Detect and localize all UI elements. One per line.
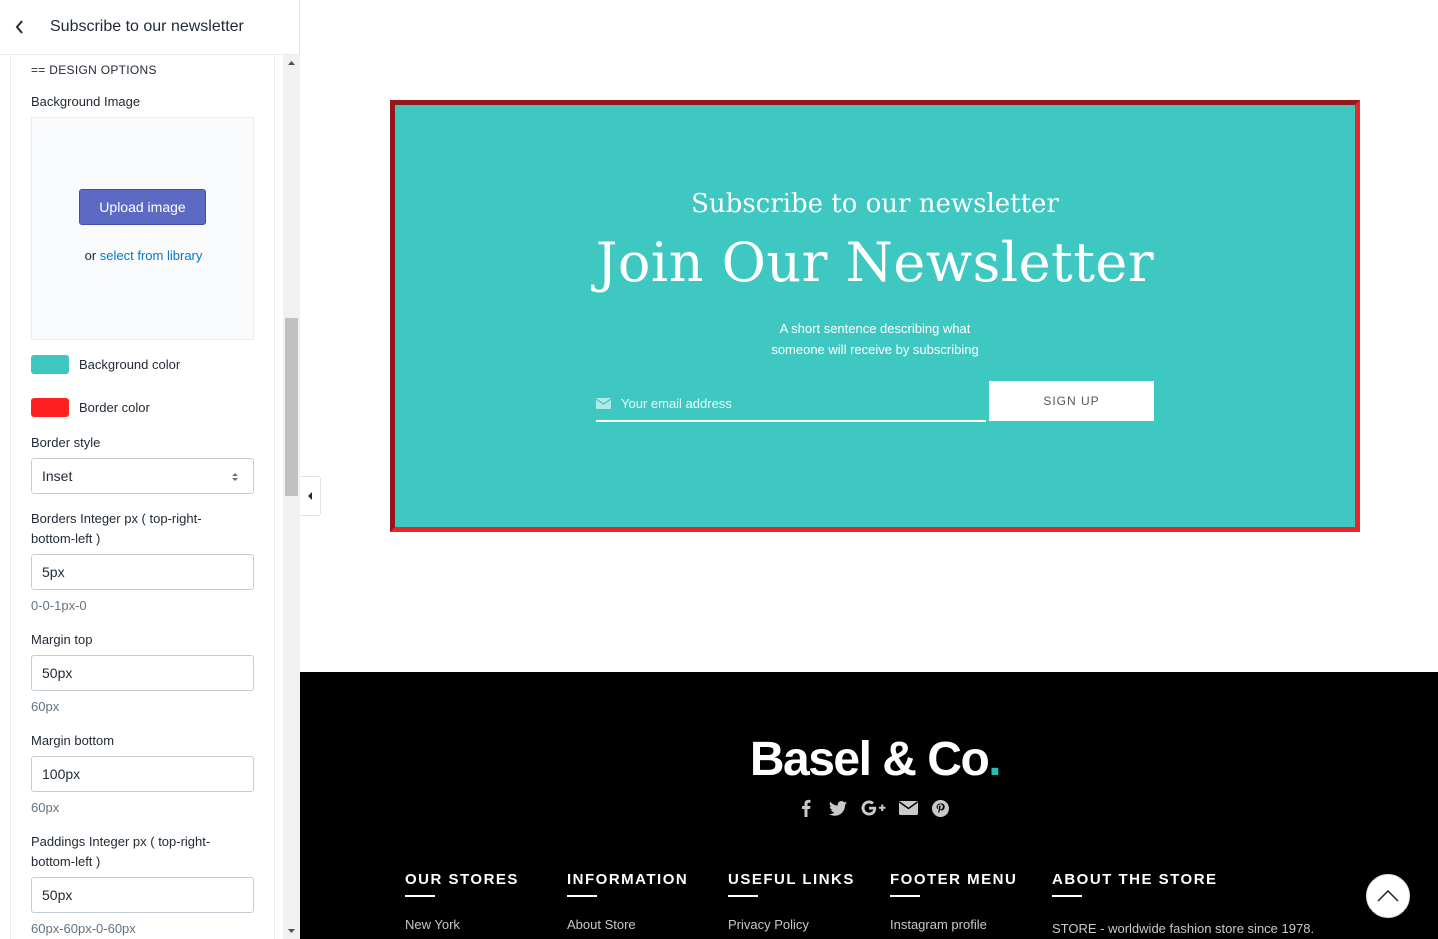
twitter-icon[interactable]	[828, 798, 848, 818]
footer-column-information: INFORMATION About Store	[567, 871, 688, 932]
envelope-icon[interactable]	[898, 798, 918, 818]
scroll-to-top-button[interactable]	[1366, 874, 1410, 918]
margin-top-hint: 60px	[31, 699, 60, 714]
newsletter-section: Subscribe to our newsletter Join Our New…	[390, 100, 1360, 532]
envelope-icon	[596, 398, 611, 409]
section-heading: == DESIGN OPTIONS	[31, 63, 157, 77]
logo-text: Basel & Co	[749, 733, 990, 786]
background-image-label: Background Image	[31, 94, 141, 109]
background-color-label: Background color	[79, 357, 181, 372]
paddings-label-line2: bottom-left )	[31, 854, 101, 869]
image-dropzone[interactable]: Upload image or select from library	[31, 117, 254, 340]
chevron-left-icon	[15, 20, 23, 34]
footer-column-stores: OUR STORES New York	[405, 871, 519, 932]
border-style-value: Inset	[42, 468, 73, 484]
footer-heading: USEFUL LINKS	[728, 871, 855, 888]
scroll-up-arrow-icon[interactable]	[283, 55, 300, 72]
paddings-hint: 60px-60px-0-60px	[31, 921, 136, 936]
border-style-label: Border style	[31, 435, 101, 450]
heading-underline	[728, 895, 758, 897]
borders-label-line1: Borders Integer px ( top-right-	[31, 511, 202, 526]
sidebar-header: Subscribe to our newsletter	[0, 0, 300, 55]
footer-heading: ABOUT THE STORE	[1052, 871, 1218, 888]
pinterest-icon[interactable]	[930, 798, 950, 818]
footer-link[interactable]: About Store	[567, 917, 688, 932]
social-links	[796, 798, 950, 818]
borders-label-line2: bottom-left )	[31, 531, 101, 546]
back-button[interactable]	[0, 0, 40, 55]
heading-underline	[890, 895, 920, 897]
borders-hint: 0-0-1px-0	[31, 598, 87, 613]
margin-bottom-hint: 60px	[31, 800, 60, 815]
footer-link[interactable]: Instagram profile	[890, 917, 1017, 932]
border-style-select[interactable]: Inset	[31, 458, 254, 494]
site-footer: Basel & Co. OUR STORES New York INFORMAT…	[300, 672, 1438, 939]
footer-column-about: ABOUT THE STORE STORE - worldwide fashio…	[1052, 871, 1314, 936]
facebook-icon[interactable]	[796, 798, 816, 818]
newsletter-subheading: Subscribe to our newsletter	[691, 189, 1059, 219]
select-arrows-icon	[232, 473, 238, 481]
newsletter-description: A short sentence describing what someone…	[725, 318, 1025, 360]
google-plus-icon[interactable]	[860, 798, 886, 818]
paddings-input[interactable]: 50px	[31, 877, 254, 913]
email-placeholder: Your email address	[621, 396, 732, 411]
heading-underline	[1052, 895, 1082, 897]
collapse-sidebar-button[interactable]	[300, 476, 321, 516]
logo-dot: .	[988, 733, 1001, 786]
background-color-swatch[interactable]	[31, 355, 69, 374]
email-input[interactable]: Your email address	[596, 385, 986, 422]
margin-top-input[interactable]: 50px	[31, 655, 254, 691]
footer-heading: FOOTER MENU	[890, 871, 1018, 888]
caret-left-icon	[308, 492, 312, 500]
margin-top-label: Margin top	[31, 632, 93, 647]
heading-underline	[567, 895, 597, 897]
description-line-1: A short sentence describing what	[779, 321, 971, 336]
sign-up-button[interactable]: SIGN UP	[989, 381, 1154, 421]
settings-panel: == DESIGN OPTIONS Background Image Uploa…	[10, 55, 275, 939]
sidebar-title: Subscribe to our newsletter	[50, 18, 244, 35]
sidebar-scrollbar[interactable]	[283, 55, 300, 939]
footer-column-useful-links: USEFUL LINKS Privacy Policy	[728, 871, 855, 932]
or-text: or	[84, 248, 97, 263]
margin-bottom-label: Margin bottom	[31, 733, 115, 748]
footer-heading: OUR STORES	[405, 871, 519, 888]
border-color-swatch[interactable]	[31, 398, 69, 417]
margin-bottom-input[interactable]: 100px	[31, 756, 254, 792]
footer-heading: INFORMATION	[567, 871, 689, 888]
scroll-thumb[interactable]	[285, 318, 298, 496]
description-line-2: someone will receive by subscribing	[771, 342, 979, 357]
library-line: or select from library	[32, 248, 255, 263]
footer-link[interactable]: Privacy Policy	[728, 917, 855, 932]
scroll-down-arrow-icon[interactable]	[283, 922, 300, 939]
footer-link[interactable]: New York	[405, 917, 519, 932]
heading-underline	[405, 895, 435, 897]
footer-column-footer-menu: FOOTER MENU Instagram profile	[890, 871, 1017, 932]
about-text: STORE - worldwide fashion store since 19…	[1052, 921, 1315, 936]
borders-input[interactable]: 5px	[31, 554, 254, 590]
select-from-library-link[interactable]: select from library	[100, 248, 203, 263]
border-color-label: Border color	[79, 400, 150, 415]
chevron-up-icon	[1377, 890, 1399, 902]
editor-sidebar: Subscribe to our newsletter == DESIGN OP…	[0, 0, 300, 939]
upload-image-button[interactable]: Upload image	[79, 189, 206, 225]
store-logo[interactable]: Basel & Co.	[300, 732, 1438, 787]
paddings-label-line1: Paddings Integer px ( top-right-	[31, 834, 211, 849]
newsletter-heading: Join Our Newsletter	[595, 231, 1155, 294]
